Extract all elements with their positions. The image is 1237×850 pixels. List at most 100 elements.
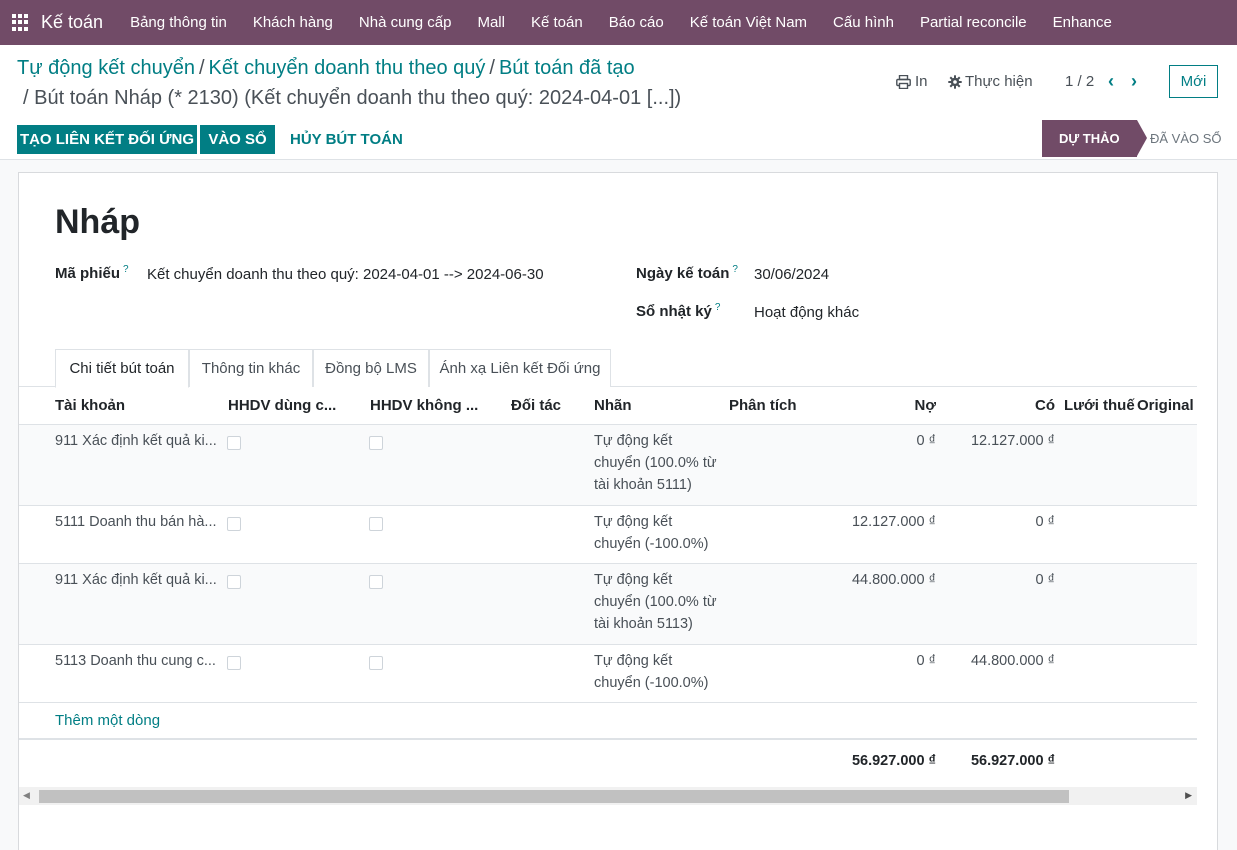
checkbox-hhdv-used[interactable] <box>227 575 241 589</box>
create-reconcile-button[interactable]: TẠO LIÊN KẾT ĐỐI ỨNG <box>17 125 197 154</box>
col-original[interactable]: Original I <box>1137 397 1197 414</box>
tab-lms-sync[interactable]: Đồng bộ LMS <box>313 349 429 387</box>
tab-reconcile-mapping[interactable]: Ánh xạ Liên kết Đối ứng <box>429 349 611 387</box>
help-icon[interactable]: ? <box>715 302 721 313</box>
cell-debit[interactable]: 0 ₫ <box>839 433 936 449</box>
pager-value[interactable]: 1 / 2 <box>1065 73 1094 90</box>
cell-label[interactable]: Tự động kết chuyển (100.0% từ tài khoản … <box>594 569 719 635</box>
action-label: Thực hiện <box>965 73 1033 90</box>
table-row[interactable]: 5113 Doanh thu cung c... Tự động kết chu… <box>19 645 1197 703</box>
breadcrumb-item-quarterly-revenue[interactable]: Kết chuyển doanh thu theo quý <box>209 57 486 79</box>
print-icon <box>896 74 911 89</box>
total-credit: 56.927.000 ₫ <box>970 753 1055 769</box>
cell-credit[interactable]: 0 ₫ <box>949 514 1055 530</box>
breadcrumb-separator: / <box>198 57 205 79</box>
date-field[interactable]: 30/06/2024 <box>754 266 829 283</box>
col-hhdv-not[interactable]: HHDV không ... <box>370 397 482 414</box>
table-totals: 56.927.000 ₫ 56.927.000 ₫ <box>19 738 1197 786</box>
status-draft[interactable]: DỰ THẢO <box>1042 120 1147 157</box>
table-row[interactable]: 911 Xác định kết quả ki... Tự động kết c… <box>19 425 1197 506</box>
col-hhdv-used[interactable]: HHDV dùng c... <box>228 397 340 414</box>
pager-previous-icon[interactable]: ‹ <box>1108 71 1114 91</box>
cell-label[interactable]: Tự động kết chuyển (-100.0%) <box>594 511 719 555</box>
cell-account[interactable]: 911 Xác định kết quả ki... <box>55 572 220 588</box>
horizontal-scrollbar[interactable]: ◀ ▶ <box>19 787 1197 805</box>
menu-partial-reconcile[interactable]: Partial reconcile <box>907 14 1040 31</box>
pager-next-icon[interactable]: › <box>1131 71 1137 91</box>
col-label[interactable]: Nhãn <box>594 397 632 414</box>
status-bar: DỰ THẢO ĐÃ VÀO SỔ <box>1042 120 1237 157</box>
top-navbar: Kế toán Bảng thông tin Khách hàng Nhà cu… <box>0 0 1237 45</box>
notebook-tabs: Chi tiết bút toán Thông tin khác Đồng bộ… <box>19 349 1197 388</box>
col-tax-grid[interactable]: Lưới thuế <box>1064 397 1135 414</box>
table-header: Tài khoản HHDV dùng c... HHDV không ... … <box>19 387 1197 425</box>
cell-account[interactable]: 5111 Doanh thu bán hà... <box>55 514 220 530</box>
app-brand[interactable]: Kế toán <box>41 12 103 33</box>
new-button[interactable]: Mới <box>1169 65 1218 98</box>
checkbox-hhdv-not[interactable] <box>369 656 383 670</box>
table-row[interactable]: 5111 Doanh thu bán hà... Tự động kết chu… <box>19 506 1197 564</box>
journal-field[interactable]: Hoạt động khác <box>754 304 859 321</box>
menu-accounting[interactable]: Kế toán <box>518 14 596 31</box>
scroll-left-icon[interactable]: ◀ <box>23 790 30 801</box>
tab-journal-items[interactable]: Chi tiết bút toán <box>55 349 189 388</box>
gear-icon <box>948 74 962 89</box>
menu-reports[interactable]: Báo cáo <box>596 14 677 31</box>
cell-debit[interactable]: 12.127.000 ₫ <box>829 514 936 530</box>
cell-account[interactable]: 911 Xác định kết quả ki... <box>55 433 220 449</box>
menu-customers[interactable]: Khách hàng <box>240 14 346 31</box>
form-sheet: Nháp Mã phiếu? Kết chuyển doanh thu theo… <box>18 172 1218 850</box>
breadcrumb-separator: / <box>489 57 495 79</box>
col-account[interactable]: Tài khoản <box>55 397 125 414</box>
date-label: Ngày kế toán? <box>636 264 738 282</box>
action-menu-button[interactable]: Thực hiện <box>948 73 1033 90</box>
col-analytic[interactable]: Phân tích <box>729 397 797 414</box>
breadcrumb-item-auto-transfer[interactable]: Tự động kết chuyển <box>17 57 195 79</box>
scroll-right-icon[interactable]: ▶ <box>1185 790 1192 801</box>
status-posted[interactable]: ĐÃ VÀO SỔ <box>1150 120 1222 157</box>
total-debit: 56.927.000 ₫ <box>851 753 936 769</box>
cell-debit[interactable]: 44.800.000 ₫ <box>829 572 936 588</box>
checkbox-hhdv-not[interactable] <box>369 517 383 531</box>
cell-account[interactable]: 5113 Doanh thu cung c... <box>55 653 220 669</box>
control-panel: Tự động kết chuyển / Kết chuyển doanh thu … <box>0 45 1237 160</box>
col-partner[interactable]: Đối tác <box>511 397 561 414</box>
cell-label[interactable]: Tự động kết chuyển (100.0% từ tài khoản … <box>594 430 719 496</box>
cancel-entry-button[interactable]: HỦY BÚT TOÁN <box>290 125 403 154</box>
post-button[interactable]: VÀO SỔ <box>200 125 275 154</box>
tab-other-info[interactable]: Thông tin khác <box>189 349 313 387</box>
checkbox-hhdv-used[interactable] <box>227 436 241 450</box>
menu-vendors[interactable]: Nhà cung cấp <box>346 14 465 31</box>
print-label: In <box>915 73 928 90</box>
col-debit[interactable]: Nợ <box>889 397 937 414</box>
add-line-link[interactable]: Thêm một dòng <box>55 712 160 729</box>
scrollbar-thumb[interactable] <box>39 790 1069 803</box>
cell-credit[interactable]: 0 ₫ <box>949 572 1055 588</box>
col-credit[interactable]: Có <box>1009 397 1055 414</box>
menu-enhance[interactable]: Enhance <box>1040 14 1125 31</box>
cell-credit[interactable]: 12.127.000 ₫ <box>949 433 1055 449</box>
ref-label: Mã phiếu? <box>55 264 129 282</box>
entry-title: Nháp <box>55 203 140 241</box>
breadcrumb: Tự động kết chuyển / Kết chuyển doanh thu … <box>17 57 635 80</box>
table-row[interactable]: 911 Xác định kết quả ki... Tự động kết c… <box>19 564 1197 645</box>
checkbox-hhdv-not[interactable] <box>369 436 383 450</box>
menu-dashboard[interactable]: Bảng thông tin <box>117 14 240 31</box>
help-icon[interactable]: ? <box>123 264 129 275</box>
apps-menu-icon[interactable] <box>12 13 30 32</box>
menu-vn-accounting[interactable]: Kế toán Việt Nam <box>677 14 820 31</box>
help-icon[interactable]: ? <box>732 264 738 275</box>
cell-credit[interactable]: 44.800.000 ₫ <box>949 653 1055 669</box>
menu-configuration[interactable]: Cấu hình <box>820 14 907 31</box>
checkbox-hhdv-not[interactable] <box>369 575 383 589</box>
journal-items-table: Tài khoản HHDV dùng c... HHDV không ... … <box>19 387 1197 787</box>
breadcrumb-current: / Bút toán Nháp (* 2130) (Kết chuyển doa… <box>23 87 682 109</box>
menu-mall[interactable]: Mall <box>464 14 518 31</box>
ref-field[interactable]: Kết chuyển doanh thu theo quý: 2024-04-0… <box>147 266 544 283</box>
cell-debit[interactable]: 0 ₫ <box>839 653 936 669</box>
breadcrumb-item-generated-entries[interactable]: Bút toán đã tạo <box>499 57 635 79</box>
checkbox-hhdv-used[interactable] <box>227 517 241 531</box>
cell-label[interactable]: Tự động kết chuyển (-100.0%) <box>594 650 719 694</box>
print-button[interactable]: In <box>896 73 928 90</box>
checkbox-hhdv-used[interactable] <box>227 656 241 670</box>
